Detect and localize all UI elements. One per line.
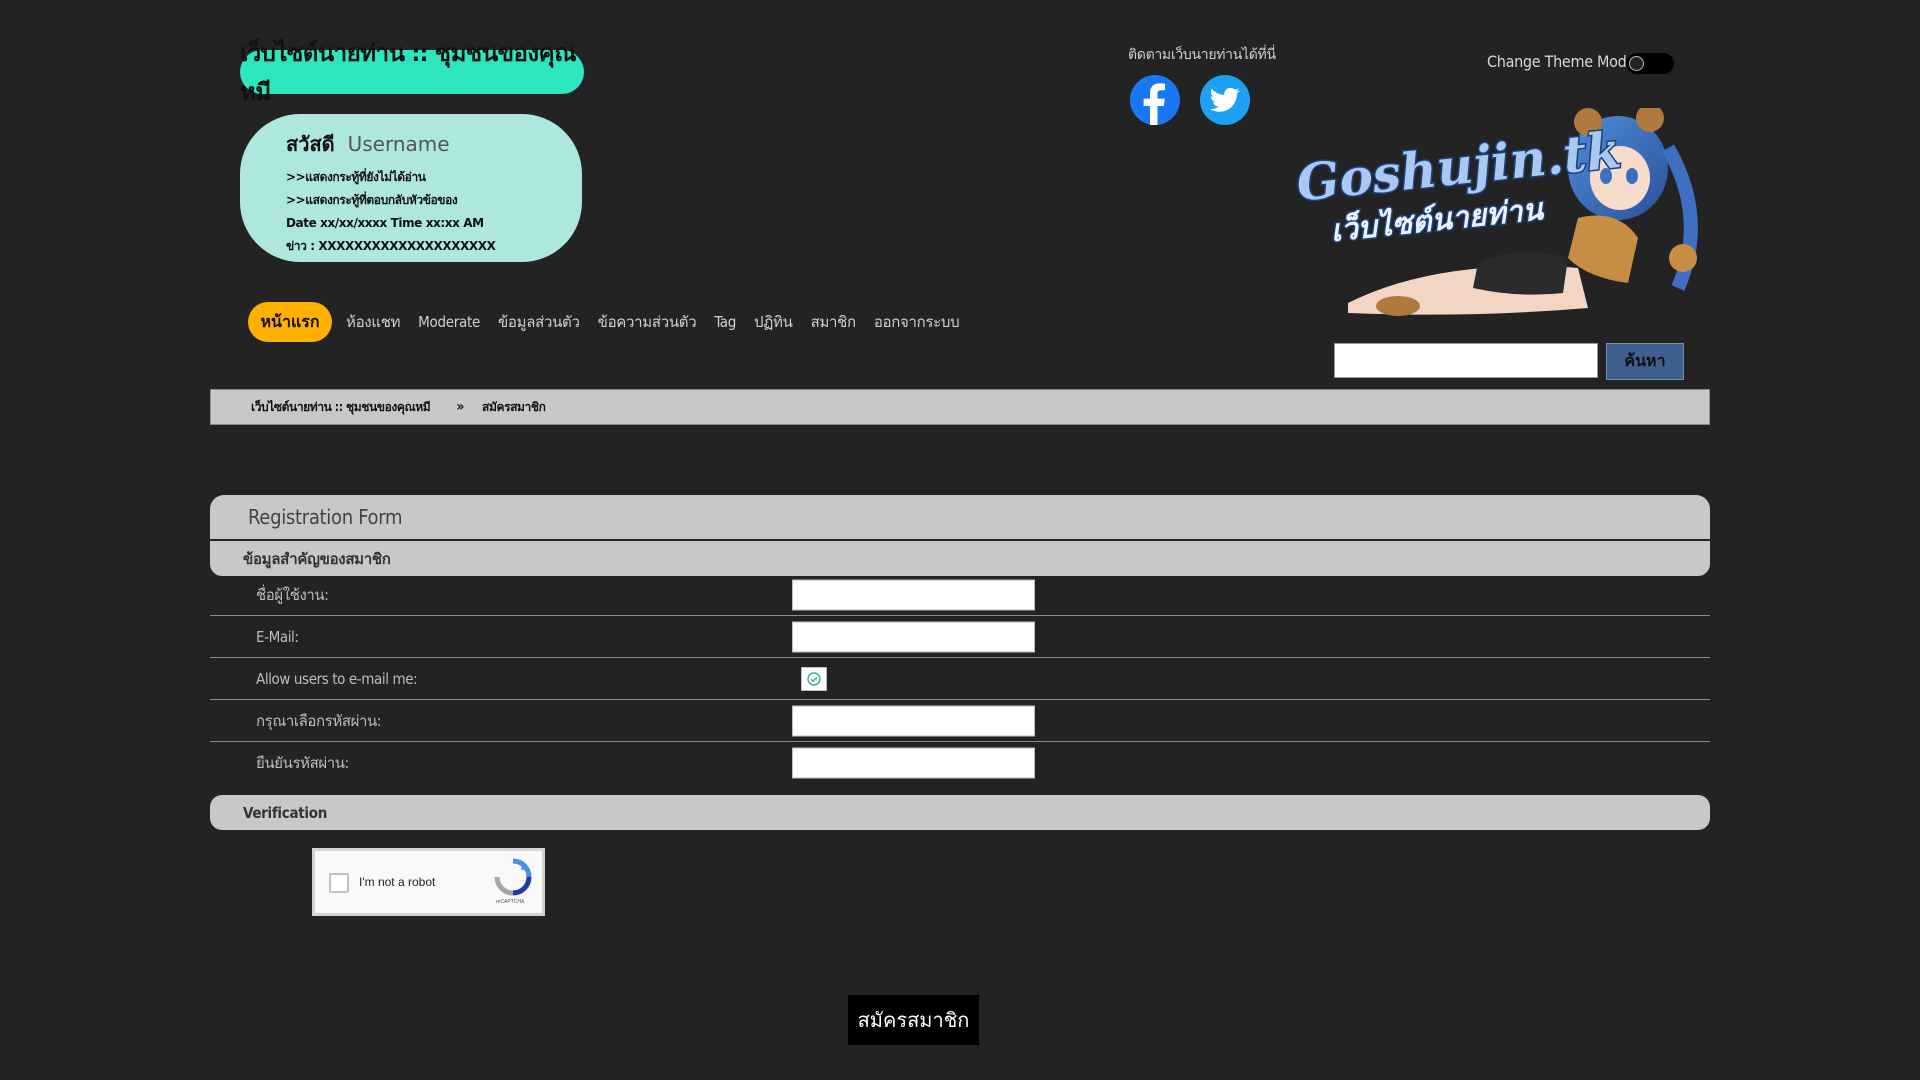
breadcrumb-separator: » <box>456 399 465 415</box>
user-greeting: สวัสดี Username <box>286 128 582 160</box>
search-input[interactable] <box>1334 343 1598 378</box>
replied-posts-link[interactable]: >>แสดงกระทู้ที่ตอบกลับหัวข้อของ <box>286 189 582 212</box>
check-icon <box>807 671 821 686</box>
user-panel: สวัสดี Username >>แสดงกระทู้ที่ยังไม่ได้… <box>240 114 582 262</box>
nav-logout[interactable]: ออกจากระบบ <box>874 310 960 334</box>
social-caption: ติดตามเว็บนายท่านได้ที่นี่ <box>1128 47 1276 63</box>
recaptcha-widget: I'm not a robot reCAPTCHA <box>312 848 545 916</box>
confirm-password-field[interactable] <box>792 747 1035 779</box>
email-field[interactable] <box>792 621 1035 652</box>
breadcrumb: เว็บไซต์นายท่าน :: ชุมชนของคุณหมี » สมัค… <box>210 389 1710 425</box>
form-row-allow-email: Allow users to e-mail me: <box>210 658 1710 700</box>
form-row-confirm-password: ยืนยันรหัสผ่าน: <box>210 742 1710 784</box>
recaptcha-brand: reCAPTCHA <box>496 899 525 905</box>
breadcrumb-current: สมัครสมาชิก <box>482 399 546 414</box>
email-label: E-Mail: <box>256 627 299 646</box>
username-link[interactable]: Username <box>348 132 450 156</box>
search-button[interactable]: ค้นหา <box>1606 343 1684 380</box>
news-text: ข่าว : XXXXXXXXXXXXXXXXXXXX <box>286 239 496 253</box>
nav-moderate[interactable]: Moderate <box>418 313 480 331</box>
nav-chat[interactable]: ห้องแชท <box>346 310 400 334</box>
form-row-username: ชื่อผู้ใช้งาน: <box>210 574 1710 616</box>
password-label: กรุณาเลือกรหัสผ่าน: <box>256 711 382 730</box>
facebook-icon[interactable] <box>1130 75 1180 125</box>
breadcrumb-home-link[interactable]: เว็บไซต์นายท่าน :: ชุมชนของคุณหมี <box>251 398 431 417</box>
username-field[interactable] <box>792 579 1035 610</box>
username-label: ชื่อผู้ใช้งาน: <box>256 585 329 604</box>
section-member-info: ข้อมูลสำคัญของสมาชิก <box>210 541 1710 576</box>
recaptcha-icon <box>494 858 532 896</box>
main-nav: หน้าแรก ห้องแชท Moderate ข้อมูลส่วนตัว ข… <box>248 302 977 342</box>
toggle-knob <box>1629 56 1644 71</box>
theme-mode-label: Change Theme Mode <box>1487 52 1636 71</box>
greeting-text: สวัสดี <box>286 132 335 156</box>
allow-email-checkbox[interactable] <box>801 666 827 691</box>
confirm-password-label: ยืนยันรหัสผ่าน: <box>256 754 349 772</box>
site-banner-logo: Goshujin.tk เว็บไซต์นายท่าน <box>1292 108 1698 316</box>
twitter-icon[interactable] <box>1200 75 1250 125</box>
password-field[interactable] <box>792 705 1035 736</box>
unread-posts-link[interactable]: >>แสดงกระทู้ที่ยังไม่ได้อ่าน <box>286 166 582 189</box>
allow-email-label: Allow users to e-mail me: <box>256 669 418 688</box>
nav-home[interactable]: หน้าแรก <box>248 302 332 342</box>
nav-calendar[interactable]: ปฏิทิน <box>754 310 793 334</box>
recaptcha-label: I'm not a robot <box>359 875 436 889</box>
nav-members[interactable]: สมาชิก <box>811 310 857 334</box>
banner-title-text: Goshujin.tk <box>1294 120 1624 213</box>
site-title[interactable]: เว็บไซต์นายท่าน :: ชุมชนของคุณหมี <box>240 39 584 106</box>
nav-messages[interactable]: ข้อความส่วนตัว <box>598 310 697 334</box>
register-submit-button[interactable]: สมัครสมาชิก <box>848 995 979 1045</box>
datetime-text: Date xx/xx/xxxx Time xx:xx AM <box>286 216 484 230</box>
form-title: Registration Form <box>210 495 1710 539</box>
nav-tag[interactable]: Tag <box>714 313 736 331</box>
form-row-email: E-Mail: <box>210 616 1710 658</box>
theme-toggle[interactable] <box>1626 53 1674 74</box>
recaptcha-checkbox[interactable] <box>329 873 349 893</box>
section-verification: Verification <box>210 795 1710 830</box>
form-row-password: กรุณาเลือกรหัสผ่าน: <box>210 700 1710 742</box>
nav-profile[interactable]: ข้อมูลส่วนตัว <box>498 310 580 334</box>
